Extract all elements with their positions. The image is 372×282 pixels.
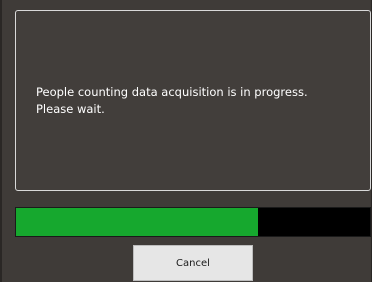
status-message-line-2: Please wait. bbox=[36, 102, 105, 116]
progress-bar bbox=[15, 207, 371, 237]
message-panel: People counting data acquisition is in p… bbox=[15, 10, 371, 191]
progress-dialog: People counting data acquisition is in p… bbox=[0, 0, 372, 282]
status-message-line-1: People counting data acquisition is in p… bbox=[36, 85, 308, 99]
cancel-button[interactable]: Cancel bbox=[133, 245, 253, 281]
status-message: People counting data acquisition is in p… bbox=[36, 84, 361, 118]
progress-bar-fill bbox=[16, 208, 259, 236]
